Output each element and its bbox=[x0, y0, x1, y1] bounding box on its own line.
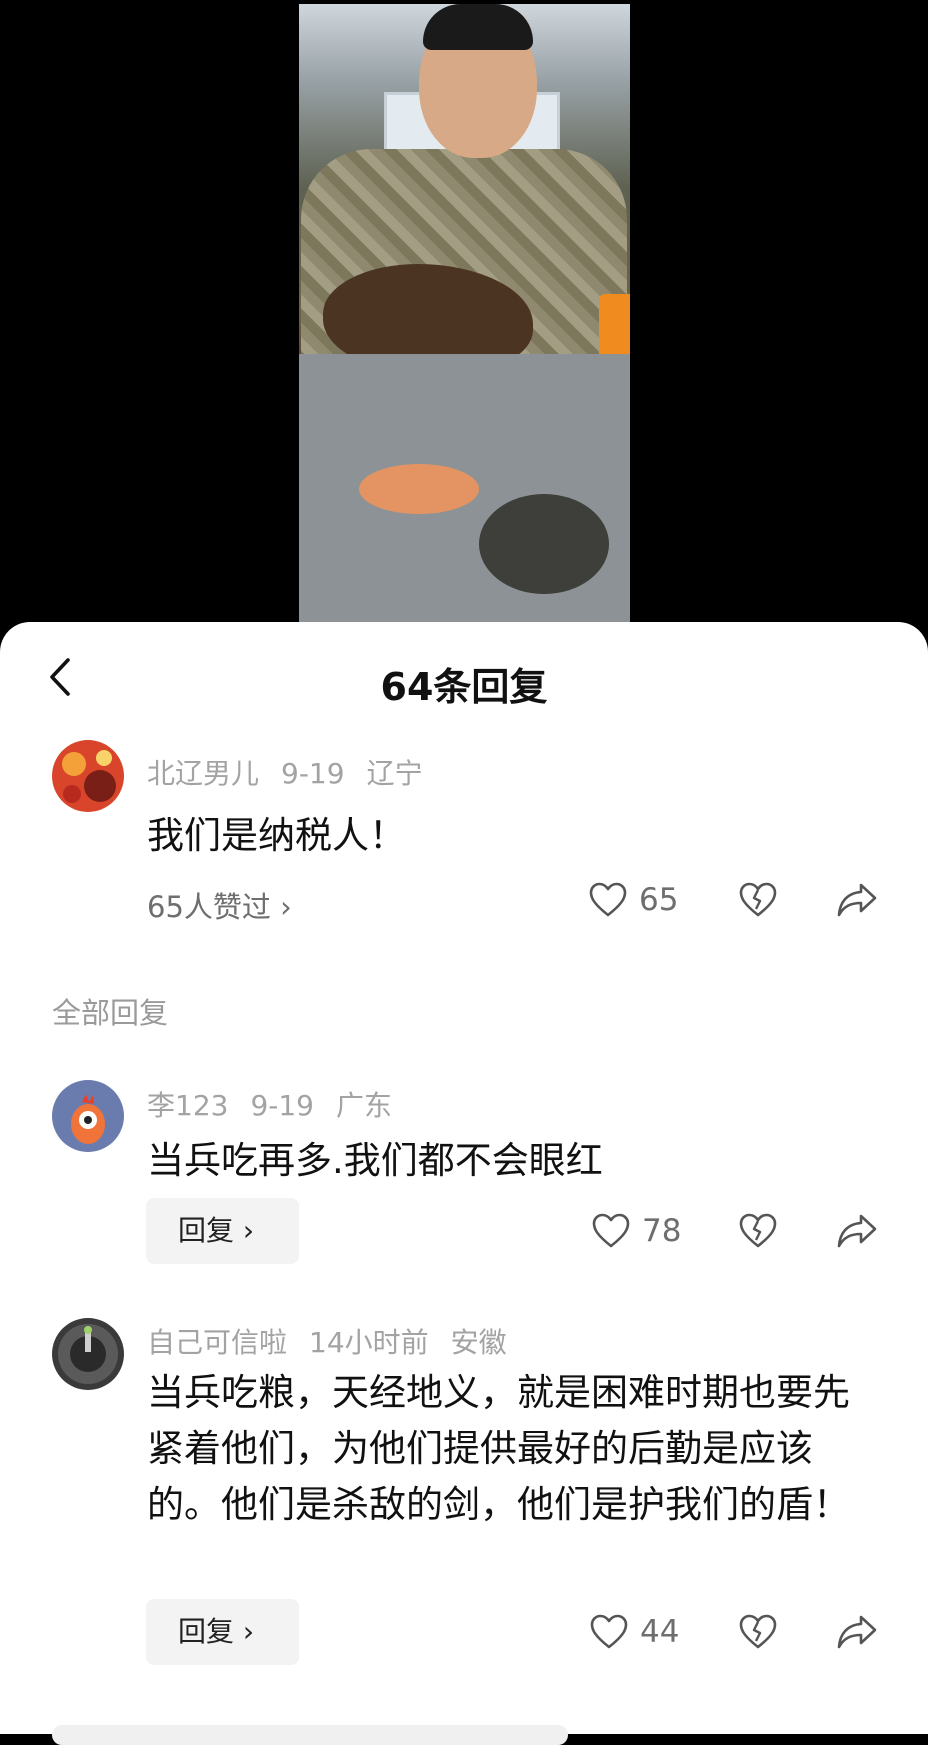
replies-sheet: 64条回复 北辽男儿 9-19 辽宁 我们是纳税人！ 65人赞过 › 65 全部… bbox=[0, 622, 928, 1745]
sheet-header: 64条回复 bbox=[0, 622, 928, 716]
comment-meta: 北辽男儿 9-19 辽宁 bbox=[147, 752, 445, 792]
soldier-hair bbox=[423, 4, 533, 50]
share-button[interactable] bbox=[837, 1614, 877, 1650]
broken-heart-icon bbox=[739, 1213, 777, 1249]
comment-date: 14小时前 bbox=[309, 1326, 429, 1359]
liked-by-link[interactable]: 65人赞过 › bbox=[147, 884, 292, 926]
comment-date: 9-19 bbox=[250, 1089, 314, 1122]
reply-button[interactable]: 回复 › bbox=[146, 1198, 299, 1264]
conch-dish bbox=[479, 494, 609, 594]
comment-location: 辽宁 bbox=[366, 757, 423, 790]
comment-text: 当兵吃粮，天经地义，就是困难时期也要先紧着他们，为他们提供最好的后勤是应该的。他… bbox=[147, 1371, 850, 1526]
avatar[interactable] bbox=[52, 1318, 124, 1390]
like-count: 78 bbox=[642, 1213, 682, 1249]
avatar[interactable] bbox=[52, 740, 124, 812]
broken-heart-icon bbox=[739, 882, 777, 918]
author-name[interactable]: 自己可信啦 bbox=[147, 1326, 287, 1359]
dislike-button[interactable] bbox=[739, 882, 777, 918]
video-player[interactable] bbox=[0, 0, 928, 625]
broken-heart-icon bbox=[739, 1614, 777, 1650]
like-button[interactable]: 44 bbox=[590, 1614, 679, 1650]
page-title: 64条回复 bbox=[380, 665, 548, 709]
comment-location: 广东 bbox=[336, 1089, 393, 1122]
reply-button[interactable]: 回复 › bbox=[146, 1599, 299, 1665]
author-name[interactable]: 李123 bbox=[147, 1089, 228, 1122]
share-button[interactable] bbox=[837, 1213, 877, 1249]
video-frame-soldier-eating[interactable] bbox=[299, 4, 630, 622]
dislike-button[interactable] bbox=[739, 1614, 777, 1650]
all-replies-label: 全部回复 bbox=[52, 996, 169, 1030]
avatar[interactable] bbox=[52, 1080, 124, 1152]
heart-outline-icon bbox=[592, 1213, 630, 1249]
like-button[interactable]: 65 bbox=[589, 882, 678, 918]
comment-meta: 自己可信啦 14小时前 安徽 bbox=[147, 1321, 529, 1361]
comment-date: 9-19 bbox=[281, 757, 345, 790]
heart-outline-icon bbox=[590, 1614, 628, 1650]
reply-input-bar[interactable] bbox=[52, 1725, 568, 1745]
share-arrow-icon bbox=[837, 1614, 877, 1650]
like-button[interactable]: 78 bbox=[592, 1213, 681, 1249]
like-count: 65 bbox=[639, 882, 679, 918]
comment-meta: 李123 9-19 广东 bbox=[147, 1084, 414, 1124]
share-button[interactable] bbox=[837, 882, 877, 918]
author-name[interactable]: 北辽男儿 bbox=[147, 757, 259, 790]
comment-text: 当兵吃再多.我们都不会眼红 bbox=[147, 1139, 603, 1182]
dislike-button[interactable] bbox=[739, 1213, 777, 1249]
share-arrow-icon bbox=[837, 882, 877, 918]
comment-location: 安徽 bbox=[450, 1326, 507, 1359]
heart-outline-icon bbox=[589, 882, 627, 918]
shrimp-dish bbox=[359, 464, 479, 514]
like-count: 44 bbox=[640, 1614, 680, 1650]
comment-text: 我们是纳税人！ bbox=[147, 814, 406, 857]
share-arrow-icon bbox=[837, 1213, 877, 1249]
